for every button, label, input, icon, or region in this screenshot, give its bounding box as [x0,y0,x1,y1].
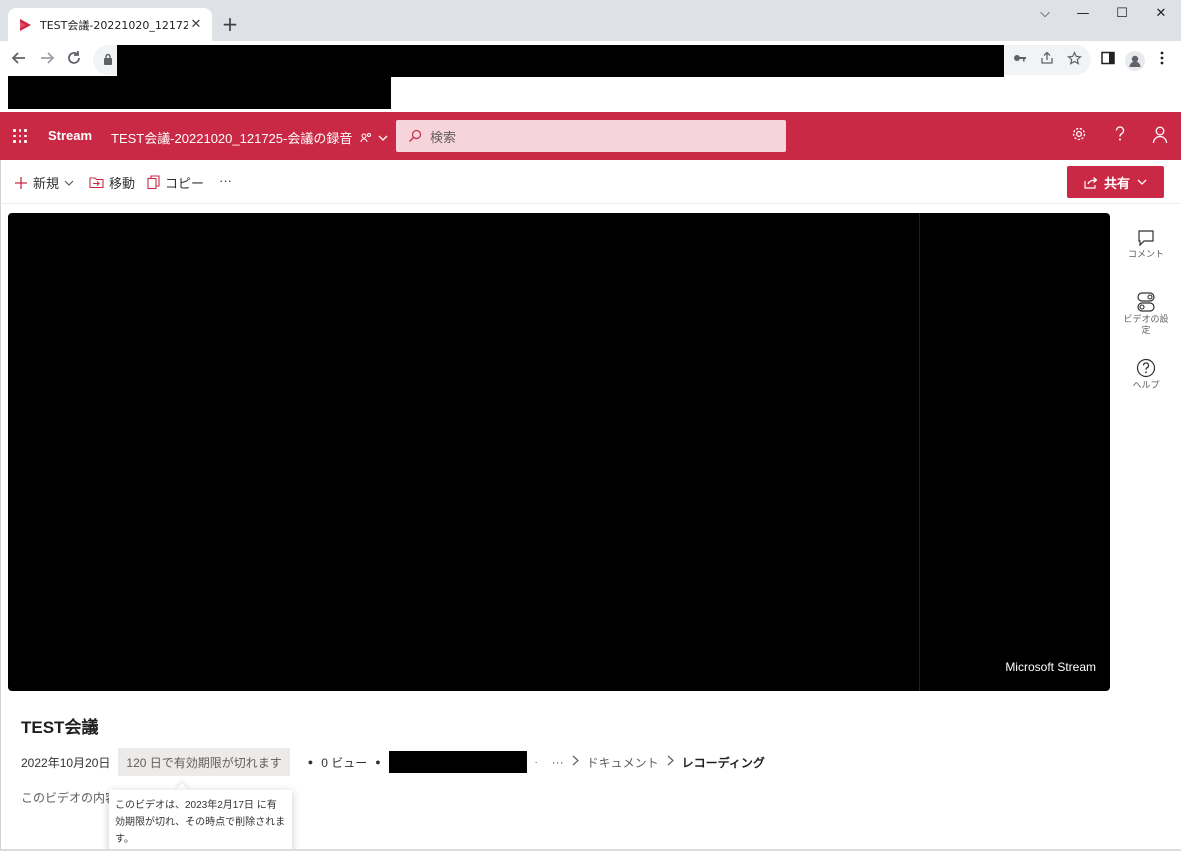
new-tab-button[interactable]: + [220,14,240,34]
breadcrumb-more[interactable]: ··· [552,755,564,769]
microsoft-stream-watermark: Microsoft Stream [1005,660,1096,674]
people-icon [360,133,371,143]
profile-avatar-icon[interactable] [1125,51,1145,71]
app-launcher-icon[interactable] [13,129,27,143]
comment-icon [1138,230,1154,247]
share-icon [1084,176,1098,189]
video-description: このビデオの内容 [21,791,118,805]
address-bar[interactable] [93,45,1091,77]
video-player[interactable]: Microsoft Stream [8,213,1110,691]
minimize-button[interactable]: — [1073,6,1093,21]
share-button-label: 共有 [1103,175,1130,191]
browser-tab-title: TEST会議-20221020_121725-会議 [40,18,188,32]
help-question-icon[interactable] [1110,126,1130,146]
video-date: 2022年10月20日 [21,755,111,770]
separator-dot: ● [307,757,314,767]
help-button[interactable]: ヘルプ [1120,358,1172,392]
copy-button[interactable]: コピー [147,173,204,192]
redacted-url [117,45,1004,77]
move-button[interactable]: 移動 [89,173,135,192]
new-button-label: 新規 [33,176,60,191]
maximize-button[interactable]: ☐ [1112,6,1132,21]
view-count: 0 ビュー [321,755,368,770]
move-folder-icon [89,176,104,189]
search-box[interactable]: 検索 [396,120,786,152]
separator-dot: ● [375,757,381,767]
video-divider [919,213,920,691]
lock-icon [104,53,112,65]
video-title: TEST会議 [21,718,99,737]
app-name[interactable]: Stream [48,128,92,143]
stream-favicon-icon [18,18,32,32]
expiry-tooltip: このビデオは、2023年2月17日 に有効期限が切れ、その時点で削除されます。 [109,790,292,851]
tab-close-icon[interactable]: ✕ [188,17,204,32]
video-settings-button[interactable]: ビデオの設 定 [1120,292,1172,337]
document-title[interactable]: TEST会議-20221020_121725-会議の録音 [111,128,388,147]
chevron-right-icon [667,755,674,769]
copy-button-label: コピー [165,176,205,191]
help-circle-icon [1136,358,1156,378]
breadcrumb-documents[interactable]: ドキュメント [587,754,659,771]
comments-button[interactable]: コメント [1120,229,1172,261]
window-edge [0,112,1,851]
account-person-icon[interactable] [1150,126,1170,146]
key-icon[interactable] [1011,51,1029,69]
back-icon[interactable] [9,50,29,71]
chevron-down-icon [378,135,388,141]
help-label: ヘルプ [1132,381,1160,391]
move-button-label: 移動 [109,176,136,191]
chevron-down-icon [1137,179,1147,185]
video-settings-label-1: ビデオの設 [1123,315,1169,325]
suite-header: Stream TEST会議-20221020_121725-会議の録音 検索 [0,112,1181,160]
bookmark-star-icon[interactable] [1065,51,1083,69]
new-button[interactable]: 新規 [14,173,74,192]
more-commands-button[interactable]: ··· [219,173,232,188]
comments-label: コメント [1127,250,1164,260]
tab-search-icon[interactable]: ⌵ [1035,6,1055,21]
settings-toggle-icon [1137,292,1155,312]
browser-tab-strip: TEST会議-20221020_121725-会議 ✕ + ⌵ — ☐ ✕ [0,0,1181,41]
redacted-owner [388,751,527,773]
reload-icon[interactable] [64,50,84,71]
share-page-icon[interactable] [1038,51,1056,69]
video-settings-label-2: 定 [1141,326,1151,336]
expiry-badge[interactable]: 120 日で有効期限が切れます [118,748,290,776]
plus-icon [14,176,28,190]
redacted-bookmark-bar [8,76,391,109]
chevron-right-icon [572,755,579,769]
share-button[interactable]: 共有 [1067,166,1164,198]
settings-gear-icon[interactable] [1069,126,1089,146]
command-bar: 新規 移動 コピー ··· 共有 [0,160,1181,204]
document-title-text: TEST会議-20221020_121725-会議の録音 [111,131,353,146]
more-commands-label: ··· [219,173,232,188]
close-window-button[interactable]: ✕ [1151,6,1171,21]
video-metadata: 2022年10月20日 120 日で有効期限が切れます ● 0 ビュー ● · … [21,748,765,776]
side-panel-icon[interactable] [1098,50,1118,70]
copy-icon [147,175,160,190]
search-icon [409,129,422,142]
search-placeholder: 検索 [430,129,457,145]
forward-icon[interactable] [37,50,57,71]
separator-dot: · [534,757,538,767]
browser-tab[interactable]: TEST会議-20221020_121725-会議 ✕ [8,8,212,41]
browser-menu-icon[interactable] [1152,50,1172,70]
browser-toolbar [0,41,1181,79]
breadcrumb-recordings[interactable]: レコーディング [682,754,765,771]
chevron-down-icon [64,180,74,186]
